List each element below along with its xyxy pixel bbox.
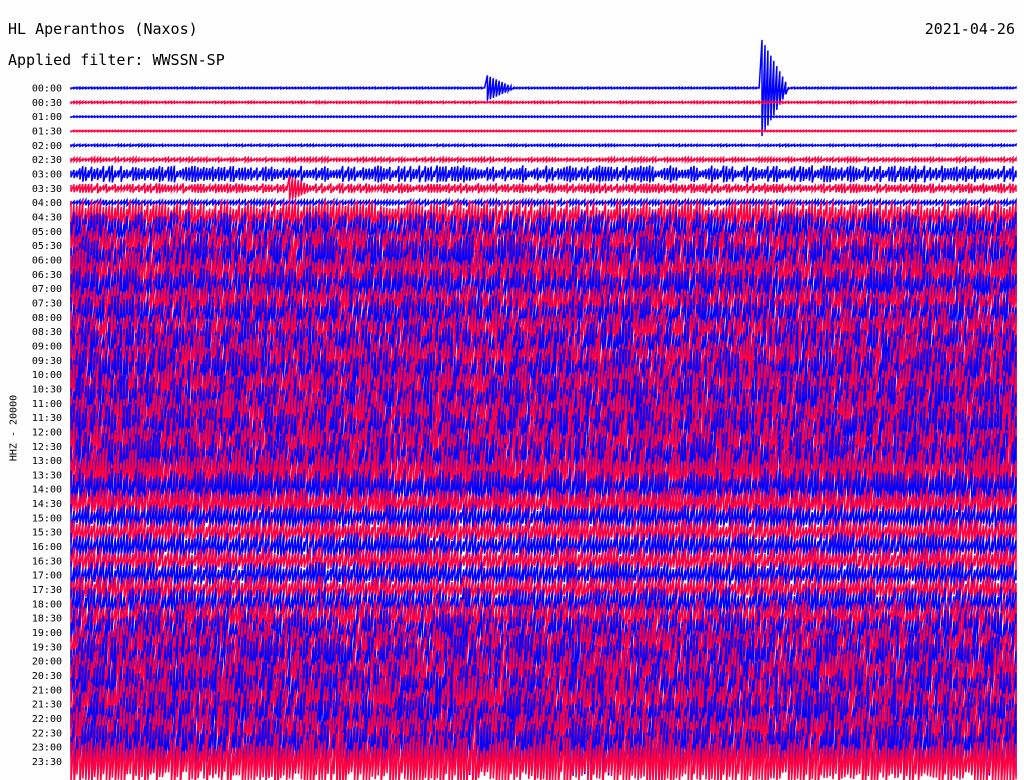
tick-label: 05:30 <box>32 241 62 252</box>
tick-label: 17:30 <box>32 585 62 596</box>
tick-label: 19:00 <box>32 628 62 639</box>
trace-0300 <box>70 165 1017 183</box>
tick-label: 22:30 <box>32 728 62 739</box>
tick-label: 20:30 <box>32 671 62 682</box>
tick-label: 06:00 <box>32 255 62 266</box>
tick-label: 15:00 <box>32 513 62 524</box>
tick-label: 01:30 <box>32 126 62 137</box>
tick-label: 13:00 <box>32 456 62 467</box>
tick-label: 18:00 <box>32 599 62 610</box>
trace-0000 <box>70 39 1017 137</box>
tick-label: 08:30 <box>32 327 62 338</box>
tick-label: 01:00 <box>32 112 62 123</box>
tick-label: 11:30 <box>32 413 62 424</box>
helicorder-plot: 00:00 00:30 01:00 01:30 02:00 02:30 03:00 03:30… <box>32 39 1017 780</box>
tick-label: 13:30 <box>32 470 62 481</box>
tick-label: 04:00 <box>32 198 62 209</box>
tick-label: 02:30 <box>32 155 62 166</box>
tick-label-group: 00:00 00:30 01:00 01:30 02:00 02:30 03:00 03:30… <box>32 84 62 769</box>
tick-label: 23:30 <box>32 757 62 768</box>
tick-label: 17:00 <box>32 571 62 582</box>
tick-label: 21:00 <box>32 685 62 696</box>
tick-label: 23:00 <box>32 743 62 754</box>
tick-label: 03:00 <box>32 169 62 180</box>
tick-label: 14:30 <box>32 499 62 510</box>
trace-0230 <box>70 155 1017 165</box>
trace-0400 <box>70 196 1017 209</box>
trace-group <box>70 39 1017 780</box>
tick-label: 11:00 <box>32 399 62 410</box>
tick-label: 14:00 <box>32 485 62 496</box>
tick-label: 19:30 <box>32 642 62 653</box>
tick-label: 21:30 <box>32 700 62 711</box>
trace-0030 <box>70 99 1017 106</box>
tick-label: 04:30 <box>32 212 62 223</box>
tick-label: 08:00 <box>32 313 62 324</box>
tick-label: 18:30 <box>32 614 62 625</box>
tick-label: 16:30 <box>32 556 62 567</box>
trace-0100 <box>70 114 1017 119</box>
tick-label: 06:30 <box>32 270 62 281</box>
tick-label: 02:00 <box>32 141 62 152</box>
tick-label: 12:30 <box>32 442 62 453</box>
tick-label: 07:30 <box>32 298 62 309</box>
tick-label: 20:00 <box>32 657 62 668</box>
tick-label: 00:30 <box>32 98 62 109</box>
tick-label: 10:00 <box>32 370 62 381</box>
tick-label: 09:30 <box>32 356 62 367</box>
tick-label: 07:00 <box>32 284 62 295</box>
tick-label: 09:00 <box>32 341 62 352</box>
tick-label: 22:00 <box>32 714 62 725</box>
trace-0200 <box>70 142 1017 149</box>
tick-label: 10:30 <box>32 384 62 395</box>
tick-label: 05:00 <box>32 227 62 238</box>
trace-0130 <box>70 129 1017 133</box>
tick-label: 03:30 <box>32 184 62 195</box>
tick-label: 16:00 <box>32 542 62 553</box>
tick-label: 12:00 <box>32 427 62 438</box>
tick-label: 00:00 <box>32 84 62 95</box>
tick-label: 15:30 <box>32 528 62 539</box>
